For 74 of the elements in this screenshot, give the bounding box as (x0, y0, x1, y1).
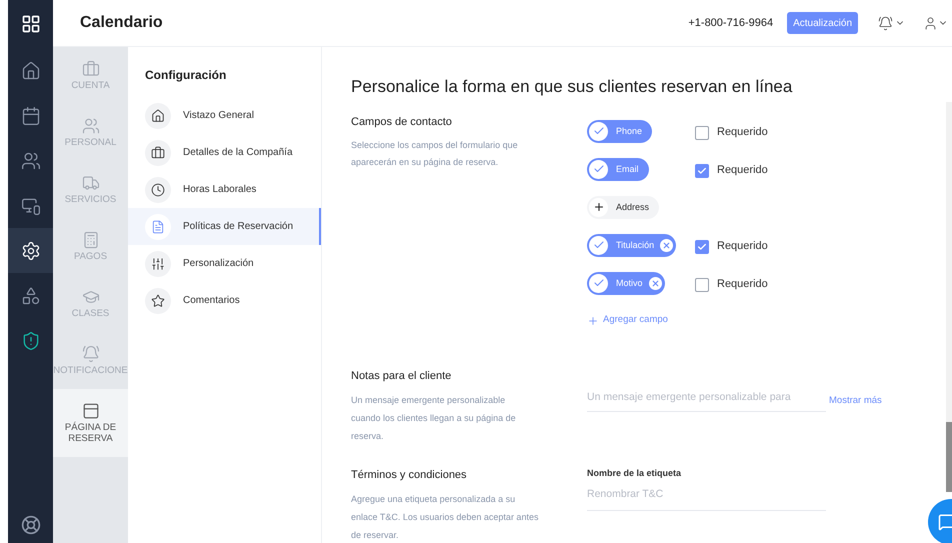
section-tab[interactable]: CLASES (53, 275, 128, 332)
field-label: Nombre de la etiqueta (587, 467, 682, 480)
check-icon (697, 242, 707, 252)
field-chip[interactable]: Motivo (587, 272, 665, 295)
show-more-link[interactable]: Mostrar más (829, 394, 882, 408)
required-label: Requerido (717, 125, 768, 140)
rail-item[interactable] (8, 228, 53, 273)
required-label: Requerido (717, 277, 768, 292)
settings-icon (20, 240, 40, 260)
people-icon (82, 117, 100, 135)
app-logo-icon (20, 14, 40, 34)
user-icon[interactable] (923, 16, 938, 30)
label-name-input[interactable]: Renombrar T&C (587, 486, 826, 512)
remove-icon[interactable] (660, 238, 674, 252)
menu-item[interactable]: Vistazo General (128, 97, 321, 134)
section-title: Campos de contacto (351, 114, 453, 130)
menu-item[interactable]: Comentarios (128, 282, 321, 319)
notes-input[interactable]: Un mensaje emergente personalizable para (587, 390, 826, 412)
add-field-link[interactable]: Agregar campo (587, 304, 768, 338)
register-icon (82, 231, 100, 249)
truck-icon (82, 174, 100, 192)
app-title: Calendario (80, 13, 163, 33)
plus-icon (592, 201, 604, 214)
document-icon (151, 220, 165, 234)
menu-item[interactable]: Personalización (128, 245, 321, 282)
section-description: Un mensaje emergente personalizable cuando los clientes llegan a su página de reserva. (351, 394, 517, 443)
sliders-icon (151, 256, 165, 270)
briefcase-icon (82, 60, 100, 78)
required-label: Requerido (717, 163, 768, 178)
upgrade-button[interactable]: Actualización (787, 12, 858, 34)
section-tab[interactable]: PAGOS (53, 218, 128, 275)
calendar-icon (20, 106, 40, 126)
graduation-cap-icon (82, 288, 100, 306)
page-heading: Personalice la forma en que sus clientes reservan en línea (351, 76, 794, 98)
phone-number: +1-800-716-9964 (688, 16, 774, 31)
field-chip[interactable]: Email (587, 158, 649, 181)
section-title: Términos y condiciones (351, 468, 468, 483)
field-chip[interactable]: Phone (587, 120, 652, 143)
required-checkbox[interactable] (695, 164, 709, 178)
bell-icon[interactable] (878, 16, 893, 30)
briefcase-icon (151, 146, 165, 160)
required-label: Requerido (717, 239, 768, 254)
devices-icon (20, 196, 40, 216)
field-chip[interactable]: Address (587, 196, 660, 219)
required-checkbox[interactable] (695, 278, 709, 292)
required-checkbox[interactable] (695, 126, 709, 140)
bell-icon (82, 345, 100, 363)
home-icon (20, 60, 40, 80)
section-title: Notas para el cliente (351, 368, 452, 384)
shapes-icon (20, 286, 40, 306)
section-tab[interactable]: PERSONAL (53, 104, 128, 161)
section-description: Seleccione los campos del formulario que aparecerán en su página de reserva. (351, 139, 519, 169)
shield-icon (20, 330, 40, 350)
menu-item[interactable]: Horas Laborales (128, 171, 321, 208)
section-tab[interactable]: CUENTA (53, 47, 128, 104)
page-icon (82, 402, 100, 420)
menu-title: Configuración (144, 67, 228, 84)
chat-icon (938, 513, 952, 531)
menu-item[interactable]: Detalles de la Compañía (128, 134, 321, 171)
clock-icon (151, 182, 165, 196)
remove-icon[interactable] (648, 276, 662, 290)
plus-icon (587, 314, 599, 326)
help-icon[interactable] (20, 515, 40, 535)
section-description: Agregue una etiqueta personalizada a su enlace T&C. Los usuarios deben aceptar antes de reservar. (351, 492, 540, 542)
required-checkbox[interactable] (695, 240, 709, 254)
section-tab[interactable]: NOTIFICACIONE (53, 332, 128, 389)
people-icon (20, 150, 40, 170)
field-chip[interactable]: Titulación (587, 234, 676, 257)
section-tab[interactable]: PÁGINA DE RESERVA (53, 389, 128, 457)
check-icon (697, 166, 707, 176)
menu-item[interactable]: Políticas de Reservación (128, 208, 321, 245)
star-icon (151, 294, 165, 308)
section-tab[interactable]: SERVICIOS (53, 161, 128, 218)
home-icon (151, 108, 165, 122)
